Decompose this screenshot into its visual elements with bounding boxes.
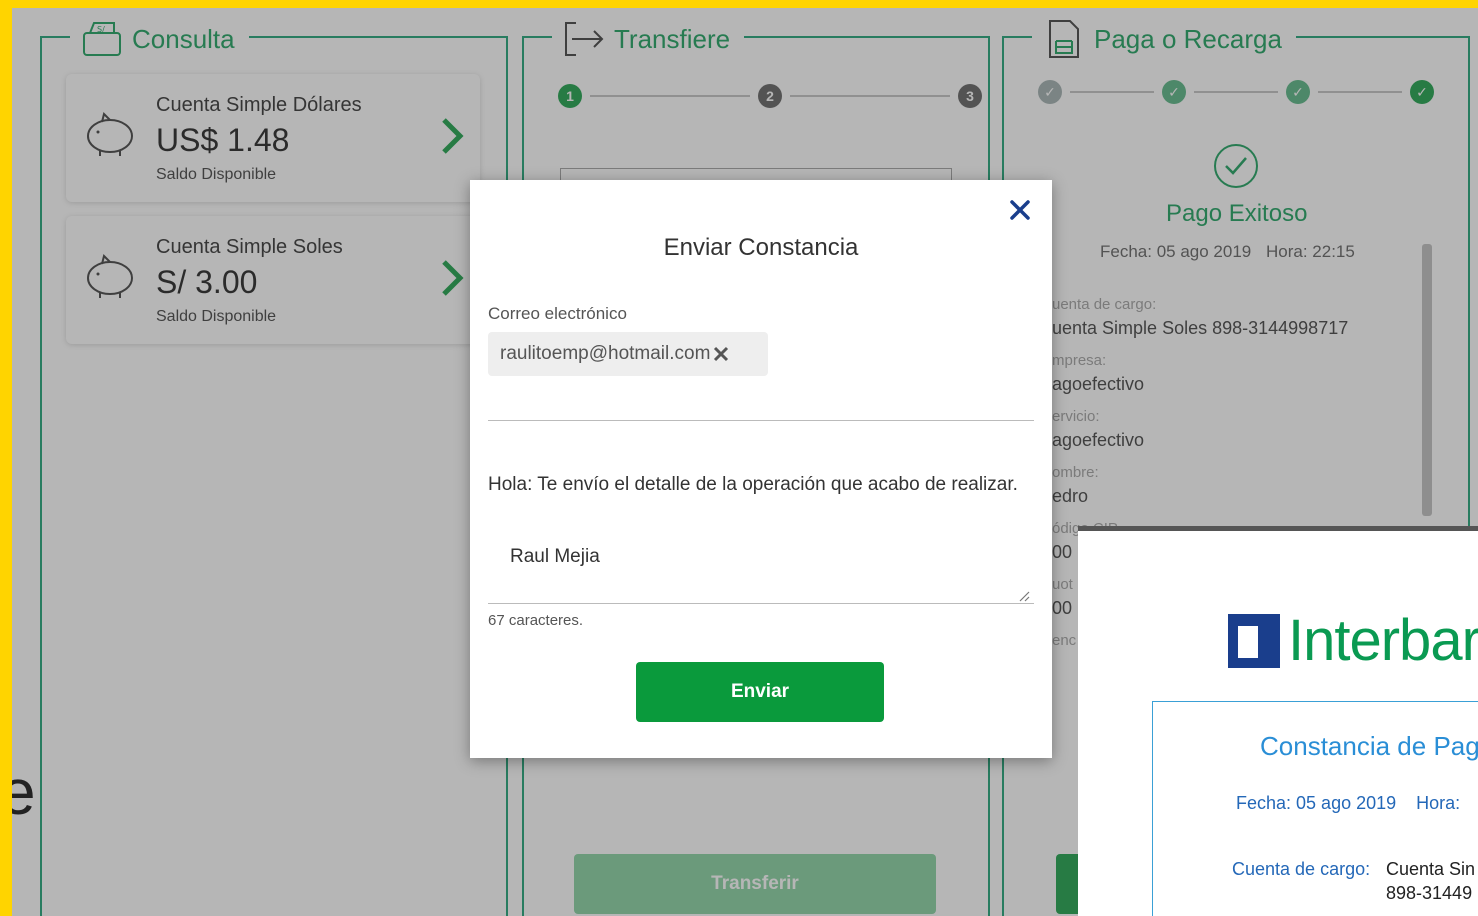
email-input-underline[interactable] — [488, 420, 1034, 421]
receipt-hora: Hora: — [1416, 793, 1461, 813]
modal-title: Enviar Constancia — [663, 234, 859, 261]
remove-email-icon[interactable] — [712, 345, 730, 363]
message-text: Hola: Te envío el detalle de la operació… — [488, 474, 1018, 495]
receipt-fecha: Fecha: 05 ago 2019 — [1236, 793, 1397, 813]
receipt-preview: Interbar Constancia de Pag Fecha: 05 ago… — [1078, 526, 1478, 916]
enviar-button[interactable]: Enviar — [636, 662, 884, 722]
brand-mark-icon — [1228, 613, 1280, 668]
app-stage: S/ Consulta Cuenta Simple Dólares US$ 1.… — [12, 8, 1478, 916]
brand-name: Interbar — [1288, 608, 1478, 673]
close-icon[interactable] — [1008, 198, 1032, 222]
email-label: Correo electrónico — [488, 304, 627, 323]
receipt-cargo-number: 898-31449 — [1386, 883, 1473, 903]
resize-handle-icon[interactable] — [1018, 590, 1030, 602]
receipt-title: Constancia de Pag — [1260, 731, 1478, 761]
message-signature: Raul Mejia — [510, 546, 600, 567]
enviar-constancia-modal: Enviar Constancia Correo electrónico rau… — [470, 180, 1052, 758]
receipt-cargo-value: Cuenta Sin — [1386, 859, 1476, 879]
email-chip-text: raulitoemp@hotmail.com — [500, 343, 711, 364]
email-chip[interactable]: raulitoemp@hotmail.com — [488, 332, 768, 376]
receipt-cargo-label: Cuenta de cargo: — [1232, 859, 1371, 879]
character-counter: 67 caracteres. — [488, 612, 584, 629]
brand-logo: Interbar — [1226, 607, 1478, 674]
receipt-date: Fecha: 05 ago 2019 Hora: — [1236, 793, 1460, 814]
